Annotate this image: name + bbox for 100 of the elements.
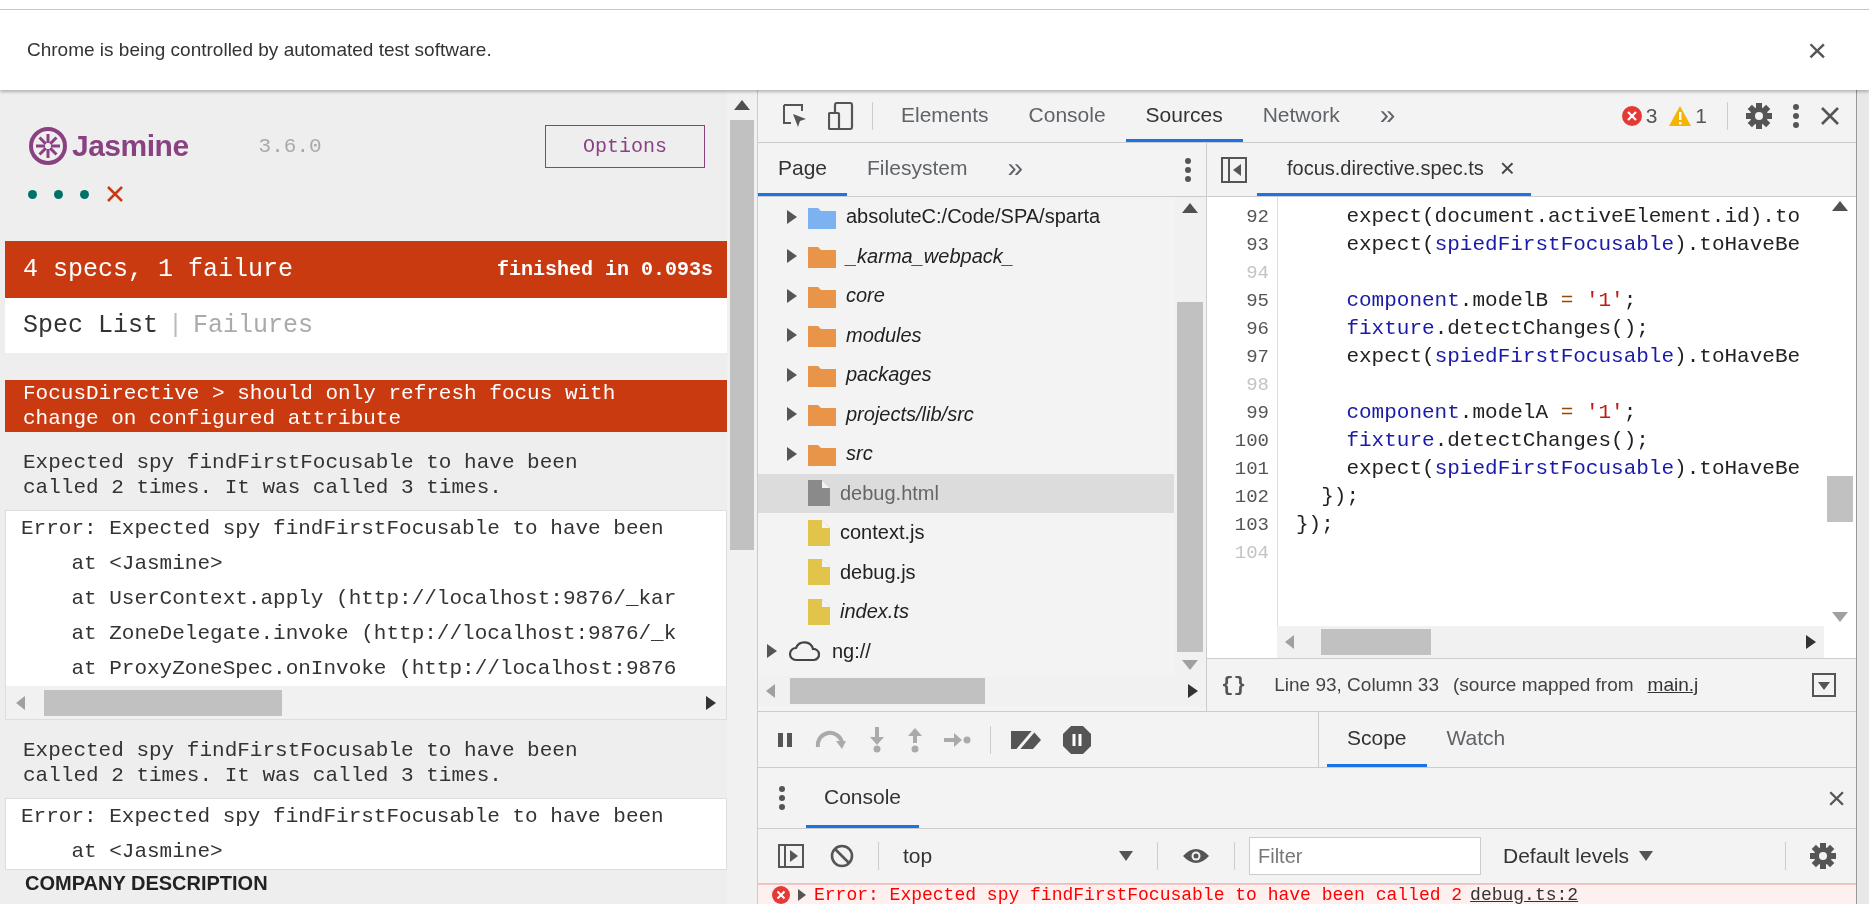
scroll-right-icon (706, 695, 716, 710)
device-icon (828, 102, 854, 130)
sidebar-toggle-icon (1812, 673, 1836, 697)
warning-count: 1 (1695, 104, 1707, 128)
folder-tree-item[interactable]: packages (758, 355, 1174, 395)
folder-tree-item[interactable]: ng:// (758, 631, 1174, 671)
more-tabs-button[interactable]: » (987, 143, 1043, 196)
scroll-up-icon (1182, 203, 1198, 213)
source-map-note: (source mapped from (1453, 674, 1634, 696)
stack-trace-line: Error: Expected spy findFirstFocusable to have been (20, 804, 665, 830)
kebab-menu-icon (778, 785, 786, 811)
code-line: }); (1320, 484, 1360, 510)
navigator-tab[interactable]: Filesystem (847, 143, 988, 196)
scroll-up-icon (1832, 201, 1848, 211)
failure-message: Expected spy findFirstFocusable to have been called 2 times. It was called 3 times. (22, 450, 579, 501)
horizontal-scrollbar[interactable] (6, 686, 726, 719)
close-drawer-button[interactable]: × (1827, 768, 1846, 828)
code-line: fixture.detectChanges(); (1345, 316, 1650, 342)
jasmine-logo-icon (28, 126, 68, 166)
error-count: 3 (1645, 104, 1658, 128)
infobar-message: Chrome is being controlled by automated test software. (27, 39, 492, 61)
scrollbar-thumb[interactable] (1827, 476, 1853, 522)
folder-tree-item[interactable]: _karma_webpack_ (758, 236, 1174, 276)
line-number: 103 (1233, 513, 1270, 538)
failure-message: Expected spy findFirstFocusable to have been called 2 times. It was called 3 times. (22, 738, 579, 789)
scroll-right-icon (1188, 684, 1198, 698)
code-line: expect(document.activeElement.id).to (1345, 204, 1802, 230)
line-number: 93 (1245, 233, 1270, 258)
menu-separator: | (168, 311, 184, 340)
cursor-position: Line 93, Column 33 (1274, 674, 1439, 696)
expand-arrow-icon (798, 888, 806, 901)
duration-text: finished in 0.093s (496, 258, 713, 281)
step-out-icon (906, 726, 924, 753)
code-line: fixture.detectChanges(); (1345, 428, 1650, 454)
line-number: 96 (1245, 317, 1270, 342)
stop-sign-pause-icon (1063, 725, 1091, 754)
context-dropdown[interactable]: top (893, 844, 1143, 868)
drawer-tab[interactable]: Console (806, 768, 920, 828)
close-button[interactable]: × (1807, 33, 1827, 67)
panel-tab[interactable]: Elements (881, 90, 1009, 142)
folder-tree-item[interactable]: absoluteC:/Code/SPA/sparta (758, 197, 1174, 237)
folder-tree-item[interactable]: projects/lib/src (758, 394, 1174, 434)
navigator-tab[interactable]: Page (758, 143, 848, 196)
tab-close-icon[interactable]: × (1499, 152, 1515, 184)
line-number: 104 (1233, 541, 1270, 566)
code-horizontal-scrollbar[interactable] (1277, 626, 1824, 658)
dropdown-caret-icon (1639, 851, 1654, 861)
log-levels-dropdown[interactable]: Default levels (1497, 843, 1660, 869)
folder-tree-item[interactable]: src (758, 434, 1174, 474)
scrollbar-thumb[interactable] (1177, 301, 1203, 652)
stack-trace-line: at ProxyZoneSpec.onInvoke (http://localhost:9876 (70, 656, 678, 682)
section-heading: COMPANY DESCRIPTION (24, 871, 269, 896)
scrollbar-thumb[interactable] (730, 120, 754, 550)
options-button[interactable]: Options (545, 124, 705, 168)
window-scrollbar[interactable] (1856, 90, 1869, 904)
sidebar-tab[interactable]: Watch (1426, 712, 1526, 767)
page-scrollbar[interactable] (727, 90, 758, 904)
filter-field[interactable]: Filter (1249, 837, 1481, 875)
dropdown-caret-icon (1119, 851, 1133, 861)
line-number: 94 (1245, 261, 1270, 286)
warning-icon (1669, 106, 1692, 126)
folder-tree-item[interactable]: modules (758, 315, 1174, 355)
file-tree-item[interactable]: index.ts (758, 592, 1174, 632)
close-icon (1820, 106, 1840, 126)
pretty-print-button[interactable]: {} (1221, 673, 1261, 697)
code-line: expect(spiedFirstFocusable).toHaveBe (1345, 456, 1802, 482)
panel-tab[interactable]: Network (1242, 90, 1360, 142)
pause-icon (776, 730, 794, 749)
sidebar-tab[interactable]: Scope (1327, 712, 1427, 767)
eye-icon (1182, 847, 1210, 865)
inspect-icon (782, 103, 808, 129)
panel-tab[interactable]: Console (1008, 90, 1126, 142)
version-label: 3.6.0 (258, 134, 322, 158)
scroll-down-icon (1182, 660, 1198, 670)
jasmine-logo-text: Jasmine (72, 129, 189, 163)
scrollbar-thumb[interactable] (1321, 629, 1431, 655)
file-tree-item[interactable]: debug.js (758, 552, 1174, 592)
source-link[interactable]: debug.ts:2 (1470, 885, 1579, 904)
line-number: 100 (1233, 429, 1270, 454)
results-menu-link[interactable]: Spec List (23, 311, 159, 340)
block-icon (830, 844, 854, 868)
line-number: 102 (1233, 485, 1270, 510)
more-tabs-button[interactable]: » (1359, 90, 1416, 142)
line-number: 98 (1245, 373, 1270, 398)
source-map-link[interactable]: main.j (1647, 674, 1699, 696)
line-number: 101 (1233, 457, 1270, 482)
stack-trace-line: at <Jasmine> (70, 551, 224, 577)
folder-tree-item[interactable]: core (758, 276, 1174, 316)
scrollbar-thumb[interactable] (44, 689, 282, 716)
failed-spec-title: FocusDirective > should only refresh focus with change on configured attribute (5, 380, 727, 432)
stack-trace-line: at <Jasmine> (70, 839, 224, 865)
step-into-icon (868, 726, 886, 753)
stack-trace-line: at ZoneDelegate.invoke (http://localhost:9876/_k (70, 621, 678, 647)
sidebar-toggle-icon (1221, 156, 1247, 183)
file-tree-item[interactable]: context.js (758, 513, 1174, 553)
error-icon (1621, 106, 1642, 126)
scrollbar-thumb[interactable] (790, 678, 985, 704)
file-tree-item[interactable]: debug.html (758, 473, 1174, 513)
error-icon (772, 885, 790, 904)
console-error-text: Error: Expected spy findFirstFocusable to have been called 2 (814, 885, 1463, 904)
